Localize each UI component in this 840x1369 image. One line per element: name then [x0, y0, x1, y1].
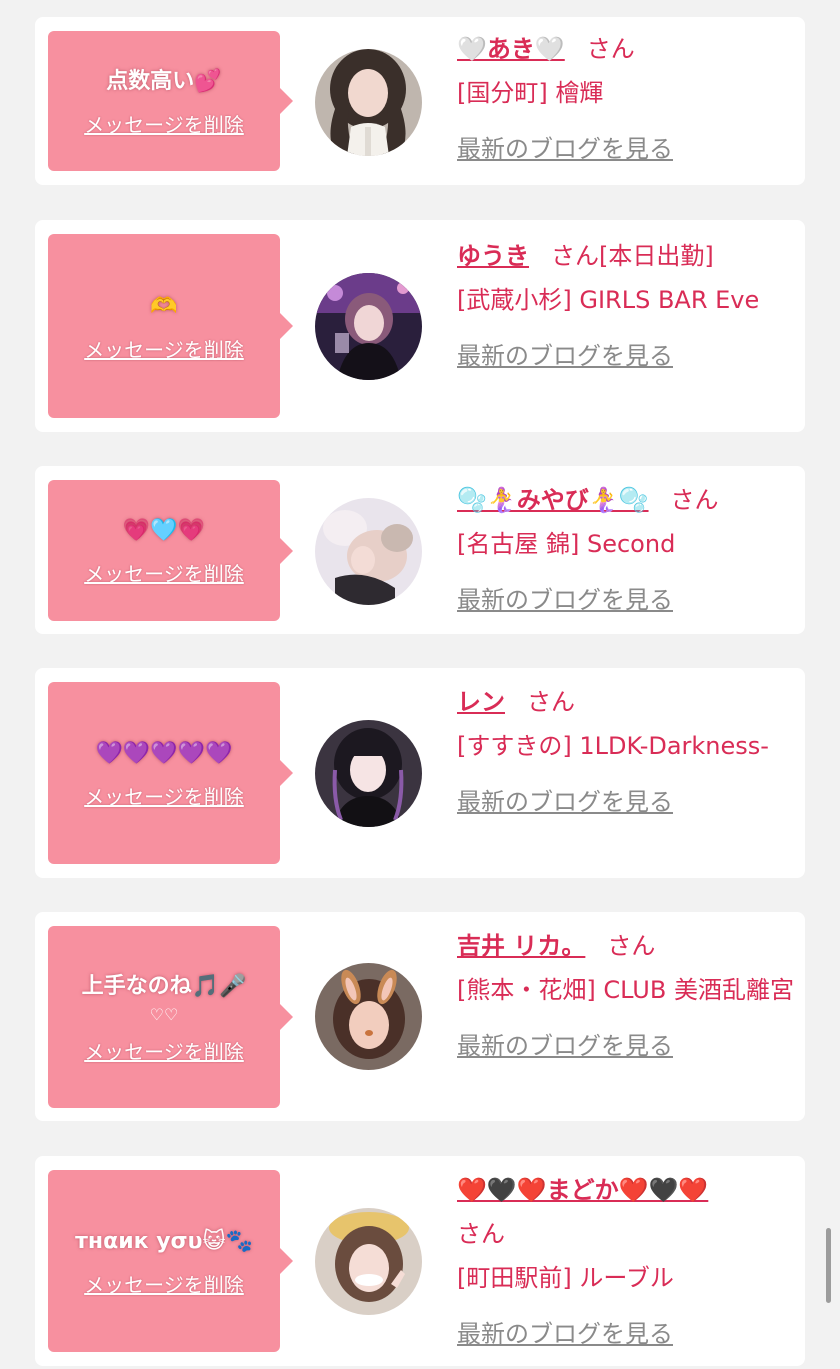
- avatar[interactable]: [315, 273, 422, 380]
- latest-blog-link[interactable]: 最新のブログを見る: [457, 334, 673, 378]
- delete-message-link[interactable]: メッセージを削除: [84, 109, 244, 138]
- delete-message-link[interactable]: メッセージを削除: [84, 334, 244, 363]
- girl-info: ❤️🖤❤️まどか❤️🖤❤️ さん [町田駅前] ルーブル 最新のブログを見る: [457, 1168, 797, 1356]
- message-card: 🫶 メッセージを削除 ゆうき さん[本日出勤] [武蔵小杉] GIRLS BAR …: [35, 220, 805, 432]
- message-card: 上手なのね🎵🎤 ♡♡ メッセージを削除 吉井 リカ。 さん [熊本・花畑] CLU…: [35, 912, 805, 1121]
- honorific: さん: [670, 486, 719, 514]
- delete-message-link[interactable]: メッセージを削除: [84, 781, 244, 810]
- girl-info: 🤍あき🤍 さん [国分町] 檜輝 最新のブログを見る: [457, 27, 797, 171]
- girl-info: レン さん [すすきの] 1LDK-Darkness- 最新のブログを見る: [457, 680, 797, 824]
- girl-name-link[interactable]: レン: [457, 688, 505, 716]
- latest-blog-link[interactable]: 最新のブログを見る: [457, 1024, 673, 1068]
- message-bubble: 💜💜💜💜💜 メッセージを削除: [48, 682, 293, 864]
- honorific: さん: [457, 1220, 505, 1248]
- message-card: 点数高い💕 メッセージを削除 🤍あき🤍 さん [国分町] 檜輝 最新のブログを見る: [35, 17, 805, 185]
- delete-message-link[interactable]: メッセージを削除: [84, 1036, 244, 1065]
- girl-name-link[interactable]: ❤️🖤❤️まどか❤️🖤❤️: [457, 1176, 708, 1204]
- message-bubble: 💗🩵💗 メッセージを削除: [48, 480, 293, 621]
- avatar[interactable]: [315, 498, 422, 605]
- shop-name: [すすきの] 1LDK-Darkness-: [457, 732, 769, 760]
- delete-message-link[interactable]: メッセージを削除: [84, 558, 244, 587]
- message-subtext: ♡♡: [149, 1004, 179, 1024]
- message-text: тнαик уσυ😺🐾: [75, 1228, 253, 1254]
- honorific: さん: [527, 688, 575, 716]
- avatar[interactable]: [315, 720, 422, 827]
- honorific: さん: [551, 242, 599, 270]
- message-text: 🫶: [150, 293, 178, 319]
- girl-name-link[interactable]: 🤍あき🤍: [457, 35, 565, 63]
- shop-name: [町田駅前] ルーブル: [457, 1264, 674, 1292]
- girl-name-link[interactable]: ゆうき: [457, 242, 529, 270]
- message-text: 点数高い💕: [106, 68, 222, 94]
- delete-message-link[interactable]: メッセージを削除: [84, 1269, 244, 1298]
- message-text: 💜💜💜💜💜: [95, 740, 233, 766]
- girl-info: ゆうき さん[本日出勤] [武蔵小杉] GIRLS BAR Eve 最新のブログを…: [457, 234, 797, 378]
- message-bubble: 上手なのね🎵🎤 ♡♡ メッセージを削除: [48, 926, 293, 1108]
- shop-name: [武蔵小杉] GIRLS BAR Eve: [457, 286, 760, 314]
- status-label: [本日出勤]: [599, 242, 714, 270]
- honorific: さん: [607, 932, 656, 960]
- shop-name: [名古屋 錦] Second: [457, 530, 676, 558]
- honorific: さん: [586, 35, 635, 63]
- message-bubble: 🫶 メッセージを削除: [48, 234, 293, 418]
- shop-name: [熊本・花畑] CLUB 美酒乱離宮: [457, 976, 794, 1004]
- latest-blog-link[interactable]: 最新のブログを見る: [457, 1312, 673, 1356]
- message-bubble: 点数高い💕 メッセージを削除: [48, 31, 293, 171]
- shop-name: [国分町] 檜輝: [457, 79, 604, 107]
- message-card: тнαик уσυ😺🐾 メッセージを削除 ❤️🖤❤️まどか❤️🖤❤️ さん [町田…: [35, 1156, 805, 1366]
- latest-blog-link[interactable]: 最新のブログを見る: [457, 780, 673, 824]
- latest-blog-link[interactable]: 最新のブログを見る: [457, 578, 673, 622]
- latest-blog-link[interactable]: 最新のブログを見る: [457, 127, 673, 171]
- message-text: 上手なのね🎵🎤: [81, 973, 247, 999]
- message-bubble: тнαик уσυ😺🐾 メッセージを削除: [48, 1170, 293, 1352]
- girl-name-link[interactable]: 🫧🧜‍♀️みやび🧜‍♀️🫧: [457, 486, 649, 514]
- girl-info: 吉井 リカ。 さん [熊本・花畑] CLUB 美酒乱離宮 最新のブログを見る: [457, 924, 797, 1068]
- girl-info: 🫧🧜‍♀️みやび🧜‍♀️🫧 さん [名古屋 錦] Second 最新のブログを見る: [457, 478, 797, 622]
- message-text: 💗🩵💗: [122, 518, 206, 543]
- message-card: 💗🩵💗 メッセージを削除 🫧🧜‍♀️みやび🧜‍♀️🫧 さん [名古屋 錦] Sec…: [35, 466, 805, 634]
- scrollbar[interactable]: [826, 1228, 831, 1303]
- girl-name-link[interactable]: 吉井 リカ。: [457, 932, 585, 960]
- message-card: 💜💜💜💜💜 メッセージを削除 レン さん [すすきの] 1LDK-Darkness…: [35, 668, 805, 878]
- avatar[interactable]: [315, 49, 422, 156]
- avatar[interactable]: [315, 963, 422, 1070]
- message-list: 点数高い💕 メッセージを削除 🤍あき🤍 さん [国分町] 檜輝 最新のブログを見る: [0, 0, 840, 1369]
- avatar[interactable]: [315, 1208, 422, 1315]
